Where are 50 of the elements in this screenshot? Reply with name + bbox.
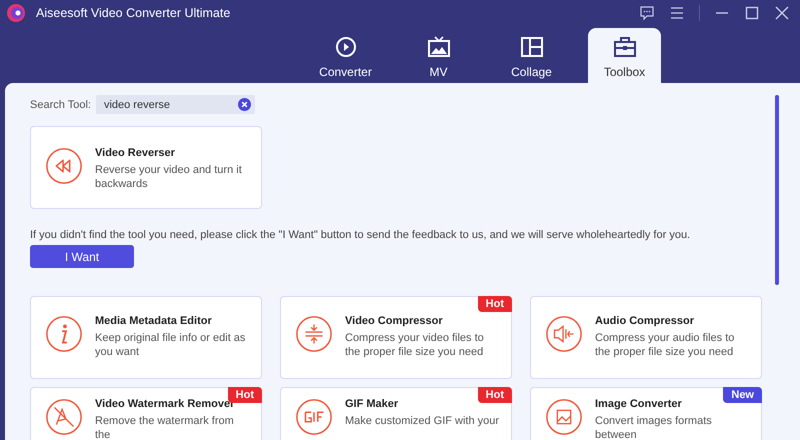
window-title: Aiseesoft Video Converter Ultimate xyxy=(36,6,230,20)
tool-card[interactable]: Hot Video Compressor Compress your video files to the proper file size you need xyxy=(280,296,512,379)
tool-title: Video Compressor xyxy=(345,315,444,327)
convert-icon xyxy=(334,34,358,58)
tool-badge: Hot xyxy=(478,296,512,312)
tab[interactable]: Toolbox xyxy=(588,28,661,83)
tool-card[interactable]: Video Reverser Reverse your video and turn it backwards xyxy=(30,126,262,209)
image-icon xyxy=(545,398,583,436)
tool-card[interactable]: Hot Video Watermark Remover Remove the watermark from the xyxy=(30,387,262,440)
app-logo-icon xyxy=(6,3,26,23)
tool-card[interactable]: New Image Converter Convert images formats between xyxy=(530,387,762,440)
tool-card[interactable]: Audio Compressor Compress your audio files to the proper file size you need xyxy=(530,296,762,379)
tool-badge: New xyxy=(723,387,762,403)
speaker-icon xyxy=(545,315,583,353)
feedback-message: If you didn't find the tool you need, please click the "I Want" button to send the feedback to us, and we will serve wholeheartedly for you. xyxy=(30,229,692,241)
tool-description: Compress your video files to the proper file size you need xyxy=(345,331,485,359)
tool-description: Keep original file info or edit as you want xyxy=(95,331,246,359)
compress-icon xyxy=(295,315,333,353)
search-label: Search Tool: xyxy=(30,98,91,110)
tool-title: Image Converter xyxy=(595,398,683,410)
tool-title: Audio Compressor xyxy=(595,315,696,327)
tool-title: Video Reverser xyxy=(95,147,176,159)
feedback-icon[interactable] xyxy=(639,5,655,21)
tab[interactable]: MV xyxy=(402,28,475,83)
i-want-button[interactable]: I Want xyxy=(30,245,134,268)
tool-badge: Hot xyxy=(478,387,512,403)
tool-description: Reverse your video and turn it backwards xyxy=(95,163,243,191)
tv-icon xyxy=(426,34,450,58)
tab[interactable]: Converter xyxy=(309,28,382,83)
tool-card[interactable]: Hot GIF Maker Make customized GIF with your xyxy=(280,387,512,440)
search-field[interactable]: video reverse xyxy=(96,95,255,114)
layout-icon xyxy=(520,34,544,58)
info-icon xyxy=(45,315,83,353)
pen-icon xyxy=(45,398,83,436)
tool-title: GIF Maker xyxy=(345,398,400,410)
tab[interactable]: Collage xyxy=(495,28,568,83)
clear-icon[interactable] xyxy=(238,98,251,111)
scrollbar[interactable] xyxy=(775,95,779,285)
tool-description: Remove the watermark from the xyxy=(95,414,235,440)
close-icon[interactable] xyxy=(774,5,790,21)
tool-description: Convert images formats between xyxy=(595,414,713,440)
maximize-icon[interactable] xyxy=(744,5,760,21)
tool-description: Make customized GIF with your xyxy=(345,414,500,428)
rewind-icon xyxy=(45,147,83,185)
tool-description: Compress your audio files to the proper file size you need xyxy=(595,331,736,359)
menu-icon[interactable] xyxy=(669,5,685,21)
tool-title: Media Metadata Editor xyxy=(95,315,213,327)
tool-card[interactable]: Media Metadata Editor Keep original file info or edit as you want xyxy=(30,296,262,379)
gif-icon xyxy=(295,398,333,436)
toolbox-icon xyxy=(612,34,636,58)
